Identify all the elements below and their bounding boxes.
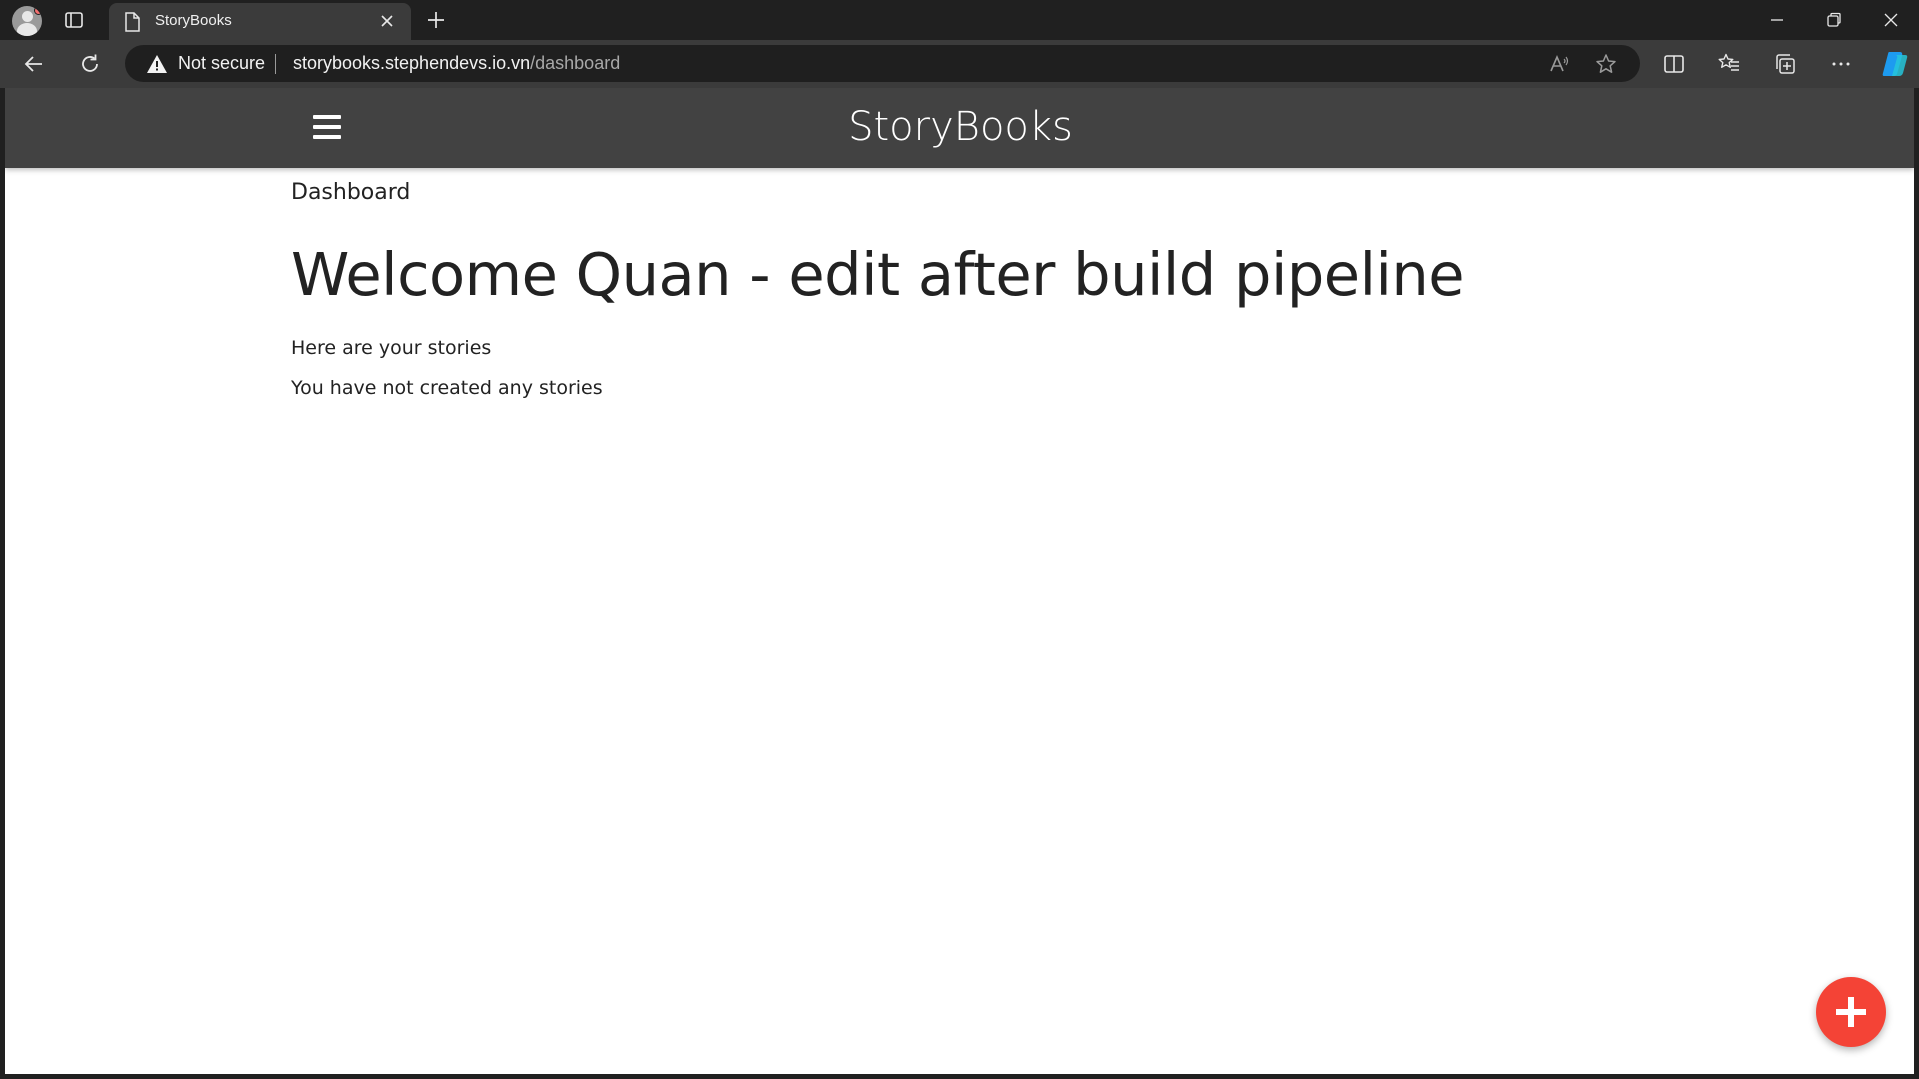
tab-actions-icon[interactable] [64,10,84,30]
url-path: /dashboard [530,53,621,73]
browser-titlebar: StoryBooks [0,0,1919,40]
app-navbar: StoryBooks [5,88,1914,168]
copilot-icon[interactable] [1880,49,1910,79]
empty-stories-message: You have not created any stories [291,377,603,399]
browser-toolbar: Not secure storybooks.stephendevs.io.vn/… [0,40,1919,88]
security-label[interactable]: Not secure [178,53,265,74]
split-screen-icon[interactable] [1662,52,1686,76]
section-label: Dashboard [291,180,411,205]
main-content: Dashboard Welcome Quan - edit after buil… [291,180,1631,399]
favorites-list-icon[interactable] [1717,52,1741,76]
add-story-button[interactable] [1816,977,1886,1047]
restore-icon[interactable] [1824,10,1844,30]
star-icon[interactable] [1595,53,1617,75]
welcome-heading: Welcome Quan - edit after build pipeline [291,240,1465,309]
address-bar[interactable]: Not secure storybooks.stephendevs.io.vn/… [125,45,1640,82]
page-viewport: StoryBooks Dashboard Welcome Quan - edit… [5,88,1914,1074]
back-arrow-icon[interactable] [22,52,46,76]
browser-tab[interactable]: StoryBooks [109,3,411,40]
refresh-icon[interactable] [78,52,102,76]
warning-icon[interactable] [146,54,168,74]
read-aloud-icon[interactable] [1548,53,1570,75]
new-tab-icon[interactable] [425,9,447,31]
stories-intro: Here are your stories [291,337,492,359]
profile-avatar-icon[interactable] [12,6,42,36]
collections-icon[interactable] [1773,52,1797,76]
tab-title: StoryBooks [155,12,232,29]
page-icon [125,12,140,32]
close-window-icon[interactable] [1881,10,1901,30]
close-tab-icon[interactable] [379,13,395,29]
address-separator [275,54,276,74]
url-host: storybooks.stephendevs.io.vn [293,53,531,73]
brand-logo-link[interactable]: StoryBooks [5,104,1914,150]
minimize-icon[interactable] [1767,10,1787,30]
more-icon[interactable] [1829,52,1853,76]
url-text[interactable]: storybooks.stephendevs.io.vn/dashboard [293,53,620,74]
